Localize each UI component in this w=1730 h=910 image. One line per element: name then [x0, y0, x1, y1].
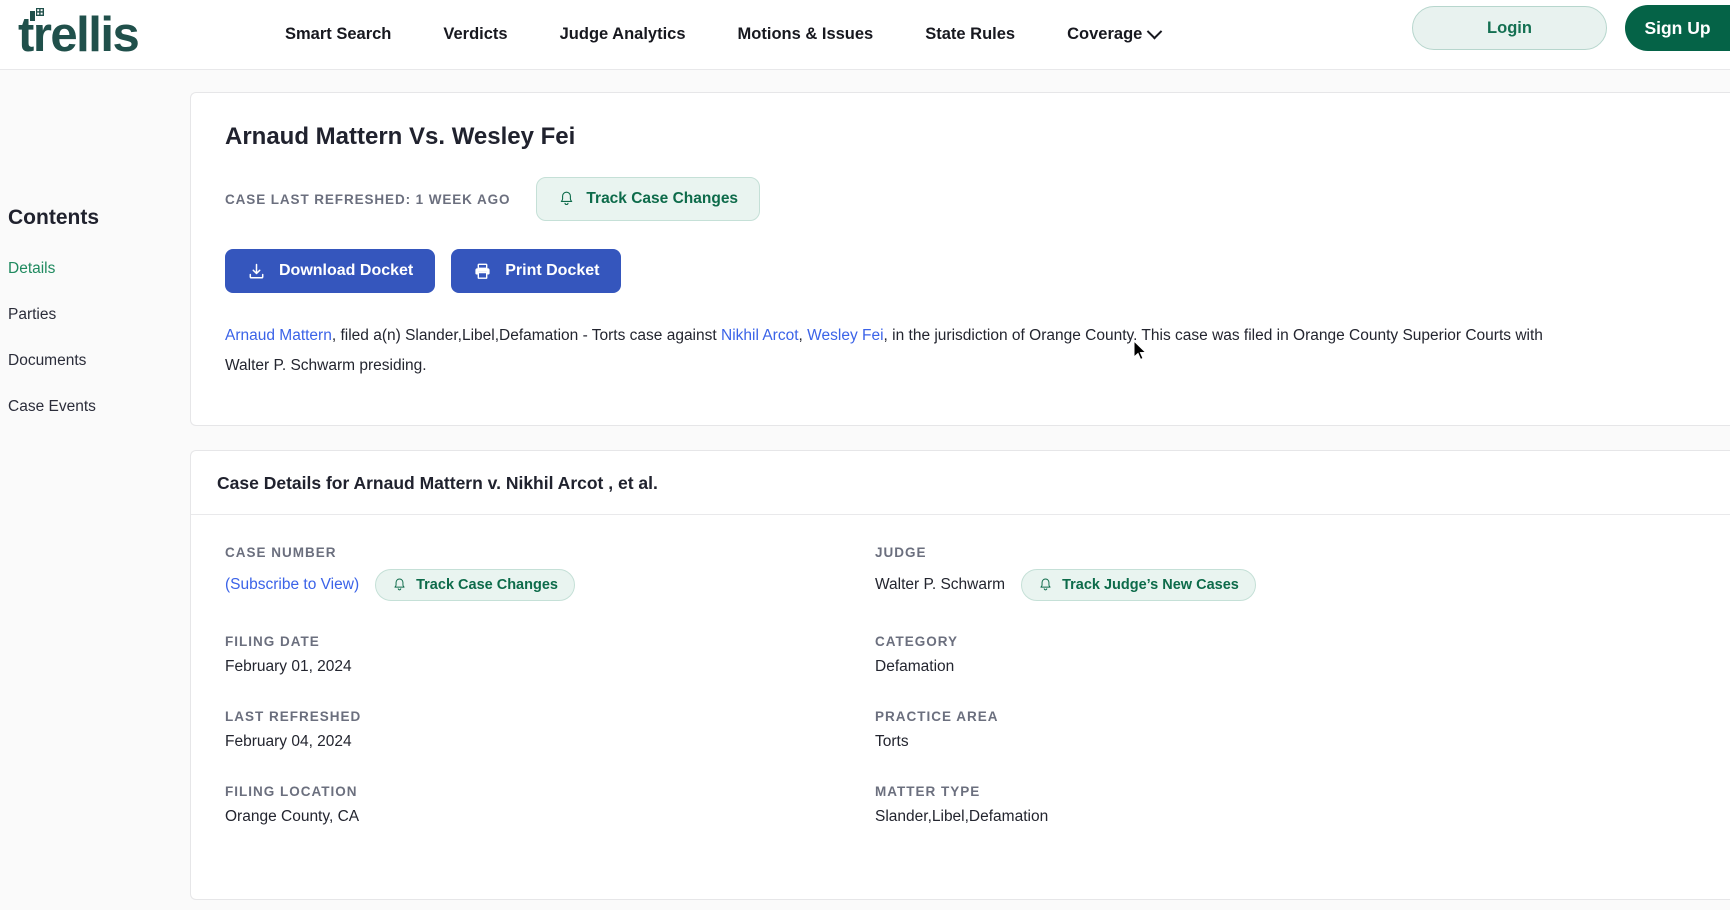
field-label: FILING LOCATION [225, 784, 875, 799]
field-label: PRACTICE AREA [875, 709, 1696, 724]
nav-auth-actions: Login Sign Up [1412, 5, 1730, 51]
sidebar-item-details[interactable]: Details [8, 260, 190, 278]
field-value-row: Walter P. Schwarm Track Judge’s New Case… [875, 569, 1696, 601]
case-description: Arnaud Mattern, filed a(n) Slander,Libel… [225, 321, 1545, 381]
field-last-refreshed: LAST REFRESHED February 04, 2024 [225, 709, 875, 751]
nav-item-motions-issues[interactable]: Motions & Issues [712, 26, 900, 43]
field-value-row: (Subscribe to View) Track Case Changes [225, 569, 875, 601]
bell-icon [1038, 577, 1053, 593]
print-docket-button[interactable]: Print Docket [451, 249, 621, 293]
link-plaintiff[interactable]: Arnaud Mattern [225, 327, 332, 344]
sidebar-item-case-events[interactable]: Case Events [8, 398, 190, 416]
chevron-down-icon [1147, 24, 1163, 40]
login-button[interactable]: Login [1412, 6, 1607, 50]
field-value: Torts [875, 733, 1696, 751]
field-matter-type: MATTER TYPE Slander,Libel,Defamation [875, 784, 1696, 826]
field-category: CATEGORY Defamation [875, 634, 1696, 676]
nav-item-state-rules[interactable]: State Rules [899, 26, 1041, 43]
case-summary-card: Arnaud Mattern Vs. Wesley Fei CASE LAST … [190, 92, 1730, 426]
download-icon [247, 262, 266, 281]
nav-item-verdicts[interactable]: Verdicts [417, 26, 533, 43]
nav-label: Motions & Issues [738, 26, 874, 43]
nav-label: State Rules [925, 26, 1015, 43]
field-value: Defamation [875, 658, 1696, 676]
nav-label: Smart Search [285, 26, 391, 43]
field-label: MATTER TYPE [875, 784, 1696, 799]
nav-label: Coverage [1067, 26, 1142, 43]
bell-icon [558, 190, 575, 208]
track-judges-new-cases-label: Track Judge’s New Cases [1062, 577, 1239, 593]
main-nav-links: Smart Search Verdicts Judge Analytics Mo… [259, 26, 1186, 43]
field-judge: JUDGE Walter P. Schwarm Track Judge’s Ne… [875, 545, 1696, 601]
sidebar-item-documents[interactable]: Documents [8, 352, 190, 370]
field-filing-date: FILING DATE February 01, 2024 [225, 634, 875, 676]
nav-label: Judge Analytics [560, 26, 686, 43]
page-body: Contents Details Parties Documents Case … [0, 70, 1730, 910]
desc-segment-2: , [799, 327, 808, 344]
nav-item-coverage[interactable]: Coverage [1041, 26, 1186, 43]
field-case-number: CASE NUMBER (Subscribe to View) Track Ca… [225, 545, 875, 601]
print-docket-label: Print Docket [505, 262, 599, 280]
track-case-changes-label: Track Case Changes [586, 190, 738, 208]
link-defendant-1[interactable]: Nikhil Arcot [721, 327, 799, 344]
main-content: Arnaud Mattern Vs. Wesley Fei CASE LAST … [190, 70, 1730, 910]
field-label: FILING DATE [225, 634, 875, 649]
nav-label: Verdicts [443, 26, 507, 43]
field-value: February 04, 2024 [225, 733, 875, 751]
case-details-heading: Case Details for Arnaud Mattern v. Nikhi… [191, 451, 1730, 515]
case-refresh-row: CASE LAST REFRESHED: 1 WEEK AGO Track Ca… [225, 177, 1696, 221]
field-filing-location: FILING LOCATION Orange County, CA [225, 784, 875, 826]
docket-action-row: Download Docket Print Docket [225, 249, 1696, 293]
printer-icon [473, 262, 492, 281]
track-case-changes-button[interactable]: Track Case Changes [536, 177, 760, 221]
top-navigation-bar: trellis Smart Search Verdicts Judge Anal… [0, 0, 1730, 70]
desc-segment-1: , filed a(n) Slander,Libel,Defamation - … [332, 327, 721, 344]
field-label: LAST REFRESHED [225, 709, 875, 724]
trellis-logo[interactable]: trellis [14, 0, 194, 70]
field-value: Slander,Libel,Defamation [875, 808, 1696, 826]
signup-button[interactable]: Sign Up [1625, 5, 1730, 51]
nav-item-smart-search[interactable]: Smart Search [259, 26, 417, 43]
bell-icon [392, 577, 407, 593]
field-value: February 01, 2024 [225, 658, 875, 676]
page-title: Arnaud Mattern Vs. Wesley Fei [225, 123, 1696, 151]
track-judges-new-cases-button[interactable]: Track Judge’s New Cases [1021, 569, 1256, 601]
case-details-grid: CASE NUMBER (Subscribe to View) Track Ca… [191, 515, 1730, 899]
track-case-changes-button-details[interactable]: Track Case Changes [375, 569, 575, 601]
sidebar-item-parties[interactable]: Parties [8, 306, 190, 324]
field-label: JUDGE [875, 545, 1696, 560]
nav-item-judge-analytics[interactable]: Judge Analytics [534, 26, 712, 43]
field-label: CATEGORY [875, 634, 1696, 649]
contents-sidebar: Contents Details Parties Documents Case … [0, 70, 190, 910]
track-case-changes-label: Track Case Changes [416, 577, 558, 593]
download-docket-button[interactable]: Download Docket [225, 249, 435, 293]
subscribe-to-view-link[interactable]: (Subscribe to View) [225, 576, 359, 594]
case-details-card: Case Details for Arnaud Mattern v. Nikhi… [190, 450, 1730, 900]
logo-mark-icon [30, 8, 44, 21]
sidebar-title: Contents [8, 206, 190, 230]
link-defendant-2[interactable]: Wesley Fei [807, 327, 883, 344]
case-last-refreshed-label: CASE LAST REFRESHED: 1 WEEK AGO [225, 192, 510, 207]
field-label: CASE NUMBER [225, 545, 875, 560]
field-value: Orange County, CA [225, 808, 875, 826]
field-practice-area: PRACTICE AREA Torts [875, 709, 1696, 751]
judge-name: Walter P. Schwarm [875, 576, 1005, 594]
download-docket-label: Download Docket [279, 262, 413, 280]
